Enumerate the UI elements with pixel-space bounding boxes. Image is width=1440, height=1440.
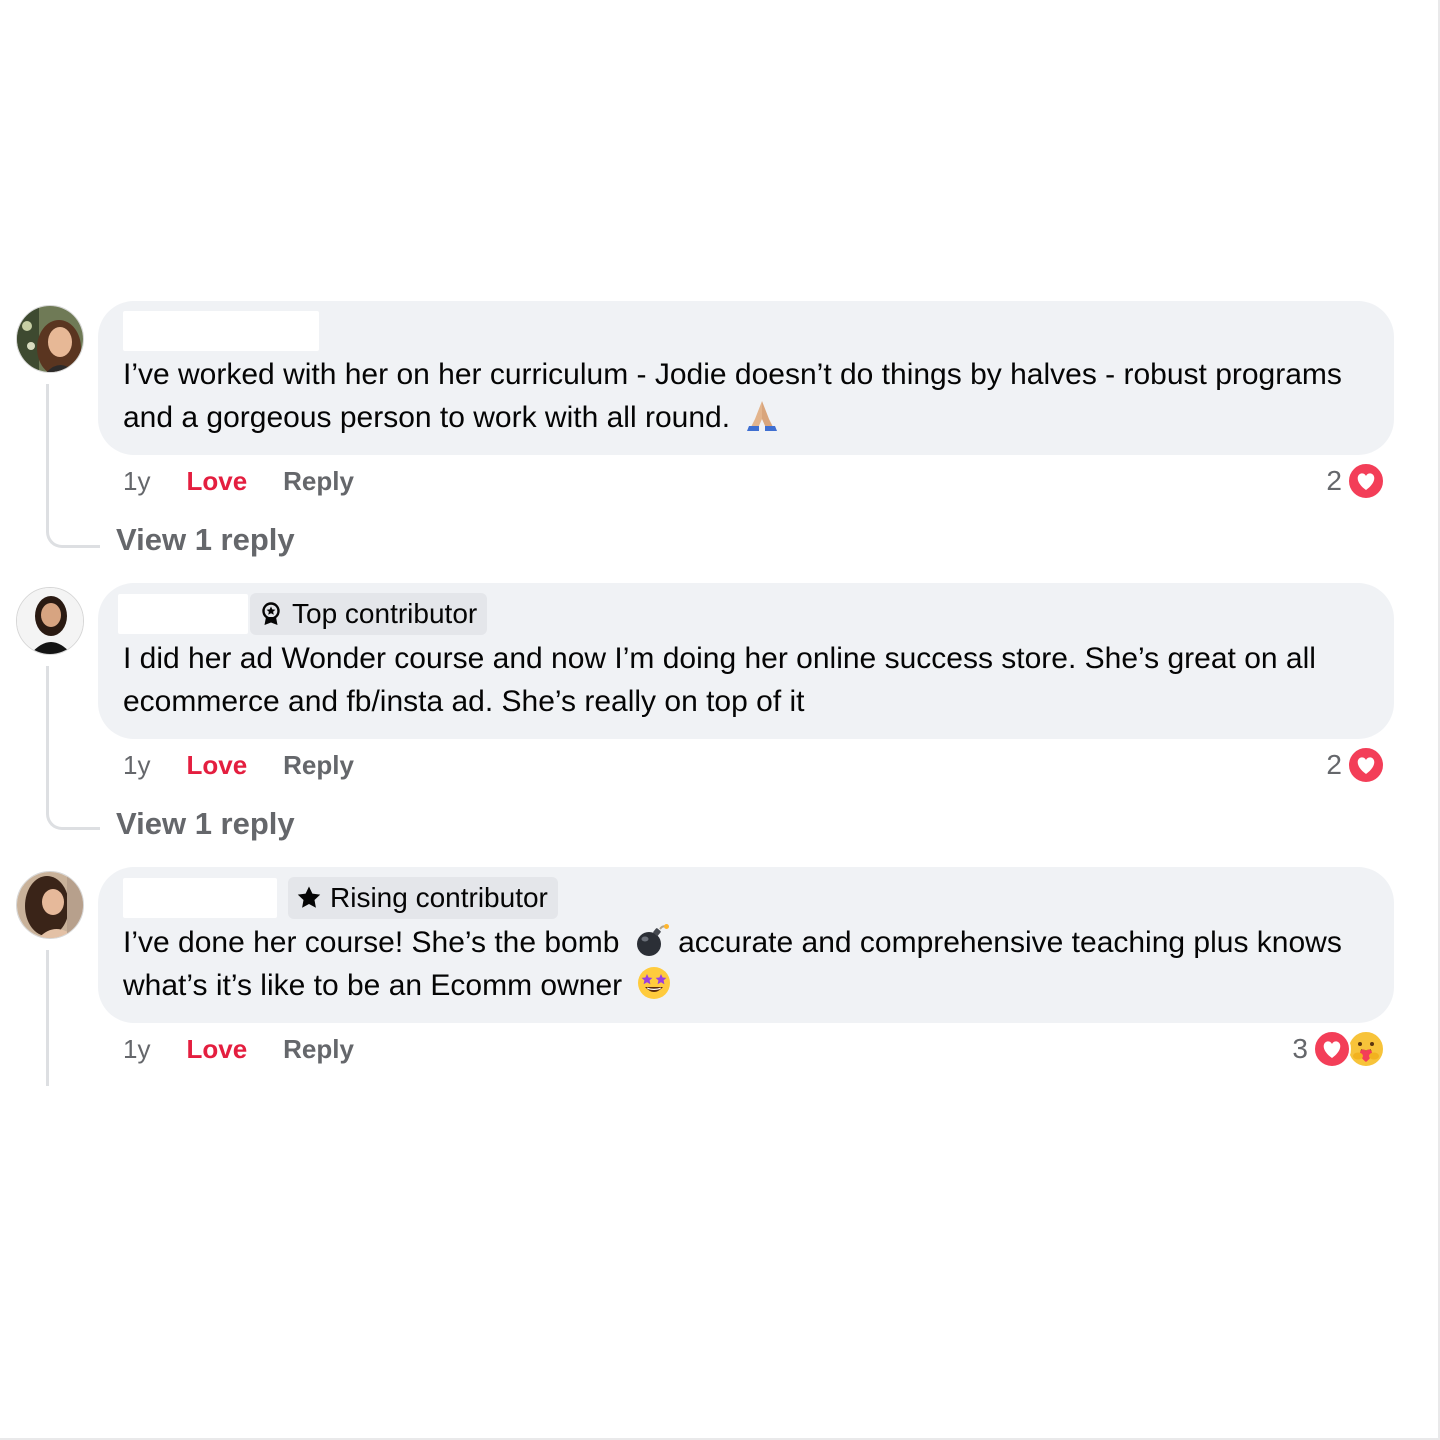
comment-bubble: Top contributor I did her ad Wonder cour…	[98, 583, 1394, 739]
reply-button[interactable]: Reply	[283, 1034, 354, 1065]
thread-line	[46, 384, 49, 514]
author-name[interactable]	[118, 594, 248, 634]
comment-bubble: Rising contributor I’ve done her course!…	[98, 867, 1394, 1023]
comment-time[interactable]: 1y	[123, 750, 150, 781]
contributor-badge[interactable]: Rising contributor	[288, 877, 558, 919]
comment-actions: 1y Love Reply	[123, 463, 354, 499]
bomb-icon	[634, 922, 670, 958]
reply-button[interactable]: Reply	[283, 750, 354, 781]
view-replies-link[interactable]: View 1 reply	[116, 806, 295, 842]
thread-elbow	[46, 512, 100, 548]
reaction-count: 2	[1326, 465, 1342, 496]
comment-time[interactable]: 1y	[123, 1034, 150, 1065]
thread-line	[46, 950, 49, 1086]
comment-text: I did her ad Wonder course and now I’m d…	[123, 642, 1316, 718]
folded-hands-icon	[744, 397, 780, 433]
star-icon	[296, 885, 322, 911]
comment-actions: 1y Love Reply	[123, 747, 354, 783]
badge-label: Rising contributor	[330, 882, 548, 913]
avatar[interactable]	[16, 587, 84, 655]
contributor-badge[interactable]: Top contributor	[250, 593, 488, 635]
view-replies-link[interactable]: View 1 reply	[116, 522, 295, 558]
reaction-summary[interactable]: 2	[1326, 461, 1386, 501]
comment-text-body: I’ve done her course! She’s the bomb	[123, 926, 620, 959]
reaction-summary[interactable]: 3	[1292, 1029, 1386, 1069]
comment-actions: 1y Love Reply	[123, 1031, 354, 1067]
reaction-count: 2	[1326, 749, 1342, 780]
love-button[interactable]: Love	[186, 750, 247, 781]
author-name[interactable]	[123, 878, 277, 918]
love-button[interactable]: Love	[186, 1034, 247, 1065]
reaction-count: 3	[1292, 1033, 1308, 1064]
avatar[interactable]	[16, 871, 84, 939]
love-reaction-icon	[1312, 1029, 1352, 1069]
care-reaction-icon	[1346, 1029, 1386, 1069]
comment-text: I’ve done her course! She’s the bomb acc…	[123, 921, 1354, 1007]
award-icon	[258, 601, 284, 627]
badge-label: Top contributor	[292, 598, 478, 629]
star-struck-icon	[636, 965, 672, 1001]
reply-button[interactable]: Reply	[283, 466, 354, 497]
comment-text: I’ve worked with her on her curriculum -…	[123, 353, 1354, 439]
comment-text-body: I’ve worked with her on her curriculum -…	[123, 358, 1342, 434]
reaction-summary[interactable]: 2	[1326, 745, 1386, 785]
author-name[interactable]	[123, 311, 319, 351]
thread-elbow	[46, 794, 100, 830]
thread-line	[46, 666, 49, 796]
love-button[interactable]: Love	[186, 466, 247, 497]
comment-time[interactable]: 1y	[123, 466, 150, 497]
love-reaction-icon	[1346, 461, 1386, 501]
love-reaction-icon	[1346, 745, 1386, 785]
comment-bubble: I’ve worked with her on her curriculum -…	[98, 301, 1394, 455]
avatar[interactable]	[16, 305, 84, 373]
